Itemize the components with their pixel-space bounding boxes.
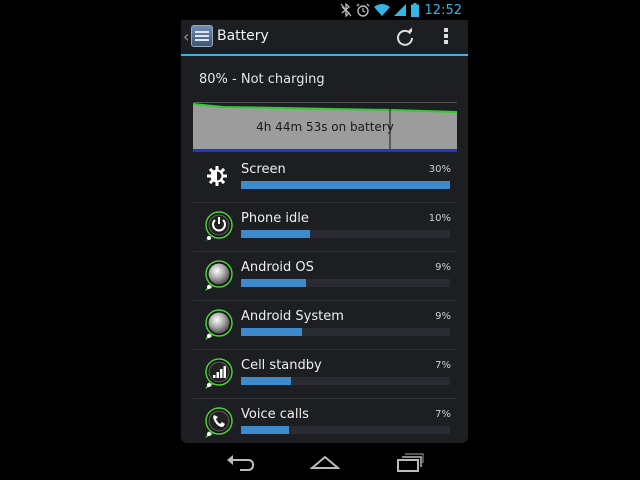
battery-history-graph[interactable]: 4h 44m 53s on battery	[193, 102, 457, 152]
bluetooth-off-icon	[340, 3, 351, 17]
usage-name: Android OS	[241, 260, 314, 275]
navigation-bar	[0, 443, 640, 480]
usage-row-cell-standby[interactable]: Cell standby 7%	[193, 350, 457, 399]
usage-bar-fill	[241, 328, 302, 336]
usage-percent: 7%	[435, 409, 451, 420]
usage-bar-track	[241, 181, 450, 189]
usage-bar-track	[241, 426, 450, 434]
usage-name: Cell standby	[241, 358, 322, 373]
usage-percent: 9%	[435, 262, 451, 273]
status-time: 12:52	[424, 2, 462, 18]
usage-percent: 9%	[435, 311, 451, 322]
action-bar: ‹ Battery	[181, 20, 468, 56]
status-bar: 12:52	[181, 0, 468, 20]
usage-row-screen[interactable]: Screen 30%	[193, 154, 457, 203]
usage-percent: 10%	[428, 213, 451, 224]
cell-signal-icon	[205, 358, 233, 389]
brightness-icon	[207, 166, 227, 186]
usage-bar-track	[241, 377, 450, 385]
usage-percent: 7%	[435, 360, 451, 371]
usage-row-voice-calls[interactable]: Voice calls 7%	[193, 399, 457, 443]
phone-screen: 12:52 ‹ Battery 80% - Not charging 4h 44…	[181, 0, 468, 443]
alarm-icon	[356, 3, 369, 17]
usage-name: Voice calls	[241, 407, 309, 422]
home-icon[interactable]	[310, 451, 340, 473]
usage-bar-track	[241, 230, 450, 238]
graph-duration-label: 4h 44m 53s on battery	[256, 120, 394, 134]
usage-name: Phone idle	[241, 211, 309, 226]
refresh-icon[interactable]	[395, 27, 415, 47]
usage-bar-fill	[241, 230, 310, 238]
usage-row-android-os[interactable]: Android OS 9%	[193, 252, 457, 301]
usage-list: Screen 30% Phone idle 10% Android OS 9% …	[193, 154, 457, 443]
android-os-icon	[205, 260, 233, 291]
back-icon[interactable]	[226, 451, 256, 473]
recent-apps-icon[interactable]	[395, 451, 425, 473]
android-system-icon	[205, 309, 233, 340]
overflow-menu-icon[interactable]	[443, 28, 449, 46]
usage-bar-fill	[241, 377, 292, 385]
usage-name: Android System	[241, 309, 344, 324]
usage-percent: 30%	[428, 164, 451, 175]
battery-app-icon[interactable]	[191, 25, 213, 47]
phone-call-icon	[205, 407, 233, 438]
signal-icon	[393, 4, 406, 16]
battery-icon	[410, 3, 419, 17]
power-icon	[205, 211, 233, 242]
usage-name: Screen	[241, 162, 286, 177]
usage-row-android-system[interactable]: Android System 9%	[193, 301, 457, 350]
usage-bar-fill	[241, 279, 306, 287]
back-chevron-icon[interactable]: ‹	[183, 27, 189, 46]
page-title: Battery	[217, 28, 269, 44]
usage-row-phone-idle[interactable]: Phone idle 10%	[193, 203, 457, 252]
usage-bar-track	[241, 279, 450, 287]
usage-bar-fill	[241, 426, 290, 434]
usage-bar-fill	[241, 181, 450, 189]
wifi-icon	[373, 4, 390, 16]
battery-status: 80% - Not charging	[199, 72, 325, 87]
usage-bar-track	[241, 328, 450, 336]
